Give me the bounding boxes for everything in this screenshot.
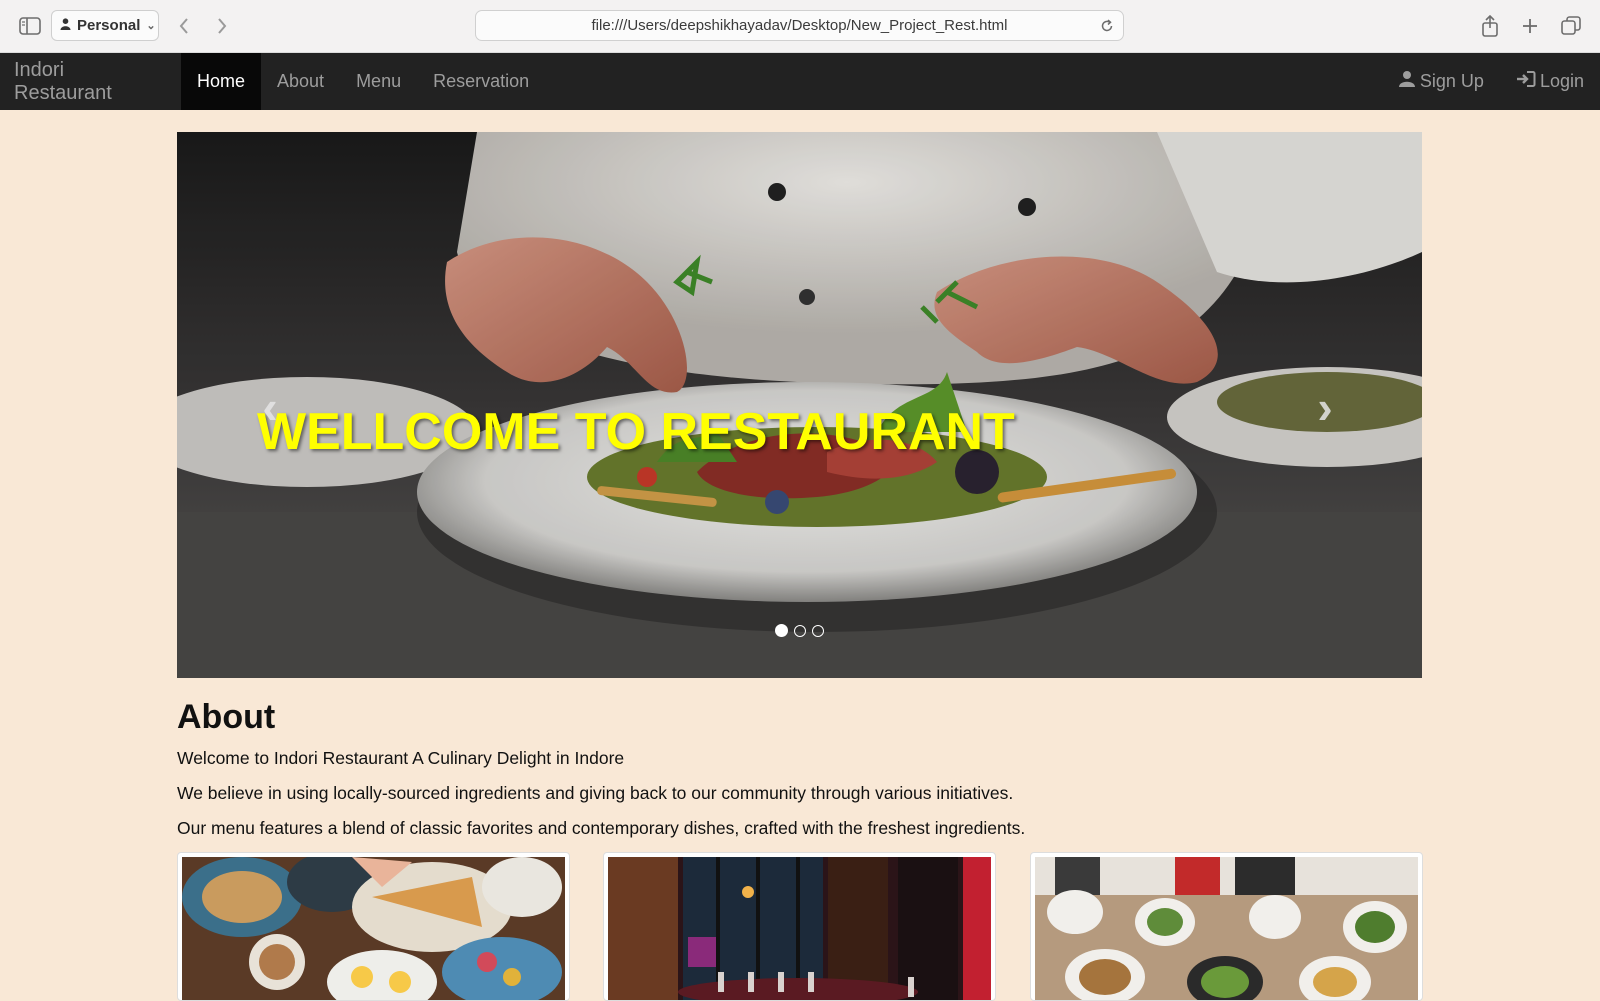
nav-reservation[interactable]: Reservation (417, 53, 545, 110)
about-paragraph-1: Welcome to Indori Restaurant A Culinary … (177, 748, 625, 768)
breakfast-table-image (182, 857, 565, 1000)
sidebar-toggle-icon[interactable] (16, 12, 44, 40)
site-navbar: Indori Restaurant Home About Menu Reserv… (0, 53, 1600, 110)
nav-login[interactable]: Login (1500, 53, 1600, 110)
url-text: file:///Users/deepshikhayadav/Desktop/Ne… (591, 17, 1008, 34)
chevron-down-icon: ⌄ (146, 20, 156, 32)
carousel-indicators (775, 624, 824, 637)
restaurant-interior-image (608, 857, 991, 1000)
login-label: Login (1539, 71, 1584, 91)
carousel-indicator-3[interactable] (812, 624, 824, 637)
forward-icon[interactable] (208, 12, 236, 40)
carousel-indicator-1[interactable] (775, 624, 788, 637)
about-paragraph-3: Our menu features a blend of classic fav… (177, 818, 1026, 838)
hero-carousel: WELLCOME TO RESTAURANT ‹ › (177, 132, 1422, 678)
login-icon (1516, 70, 1536, 93)
user-icon (1398, 70, 1416, 93)
carousel-indicator-2[interactable] (794, 624, 806, 637)
nav-home[interactable]: Home (181, 53, 262, 110)
new-tab-icon[interactable] (1516, 12, 1544, 40)
nav-menu[interactable]: Menu (340, 53, 417, 110)
brand-link[interactable]: Indori Restaurant (0, 53, 181, 110)
group-dining-image (1035, 857, 1418, 1000)
person-icon (60, 17, 71, 34)
thumbnail-dining (1030, 852, 1423, 1001)
reload-icon[interactable] (1097, 16, 1117, 36)
nav-signup[interactable]: Sign Up (1382, 53, 1500, 110)
back-icon[interactable] (170, 12, 198, 40)
thumbnail-breakfast (177, 852, 570, 1001)
tab-overview-icon[interactable] (1557, 12, 1585, 40)
address-bar[interactable]: file:///Users/deepshikhayadav/Desktop/Ne… (475, 10, 1124, 41)
share-icon[interactable] (1476, 12, 1504, 40)
nav-about[interactable]: About (261, 53, 340, 110)
signup-label: Sign Up (1419, 71, 1484, 91)
carousel-next-icon[interactable]: › (1310, 381, 1340, 433)
carousel-prev-icon[interactable]: ‹ (255, 381, 285, 433)
about-paragraph-2: We believe in using locally-sourced ingr… (177, 783, 1014, 803)
thumbnail-interior (603, 852, 996, 1001)
profile-selector[interactable]: Personal ⌄ (51, 10, 159, 41)
browser-toolbar: Personal ⌄ file:///Users/deepshikhayadav… (0, 0, 1600, 53)
carousel-caption: WELLCOME TO RESTAURANT (257, 403, 1015, 461)
about-heading: About (177, 698, 276, 736)
profile-name: Personal (77, 17, 141, 34)
